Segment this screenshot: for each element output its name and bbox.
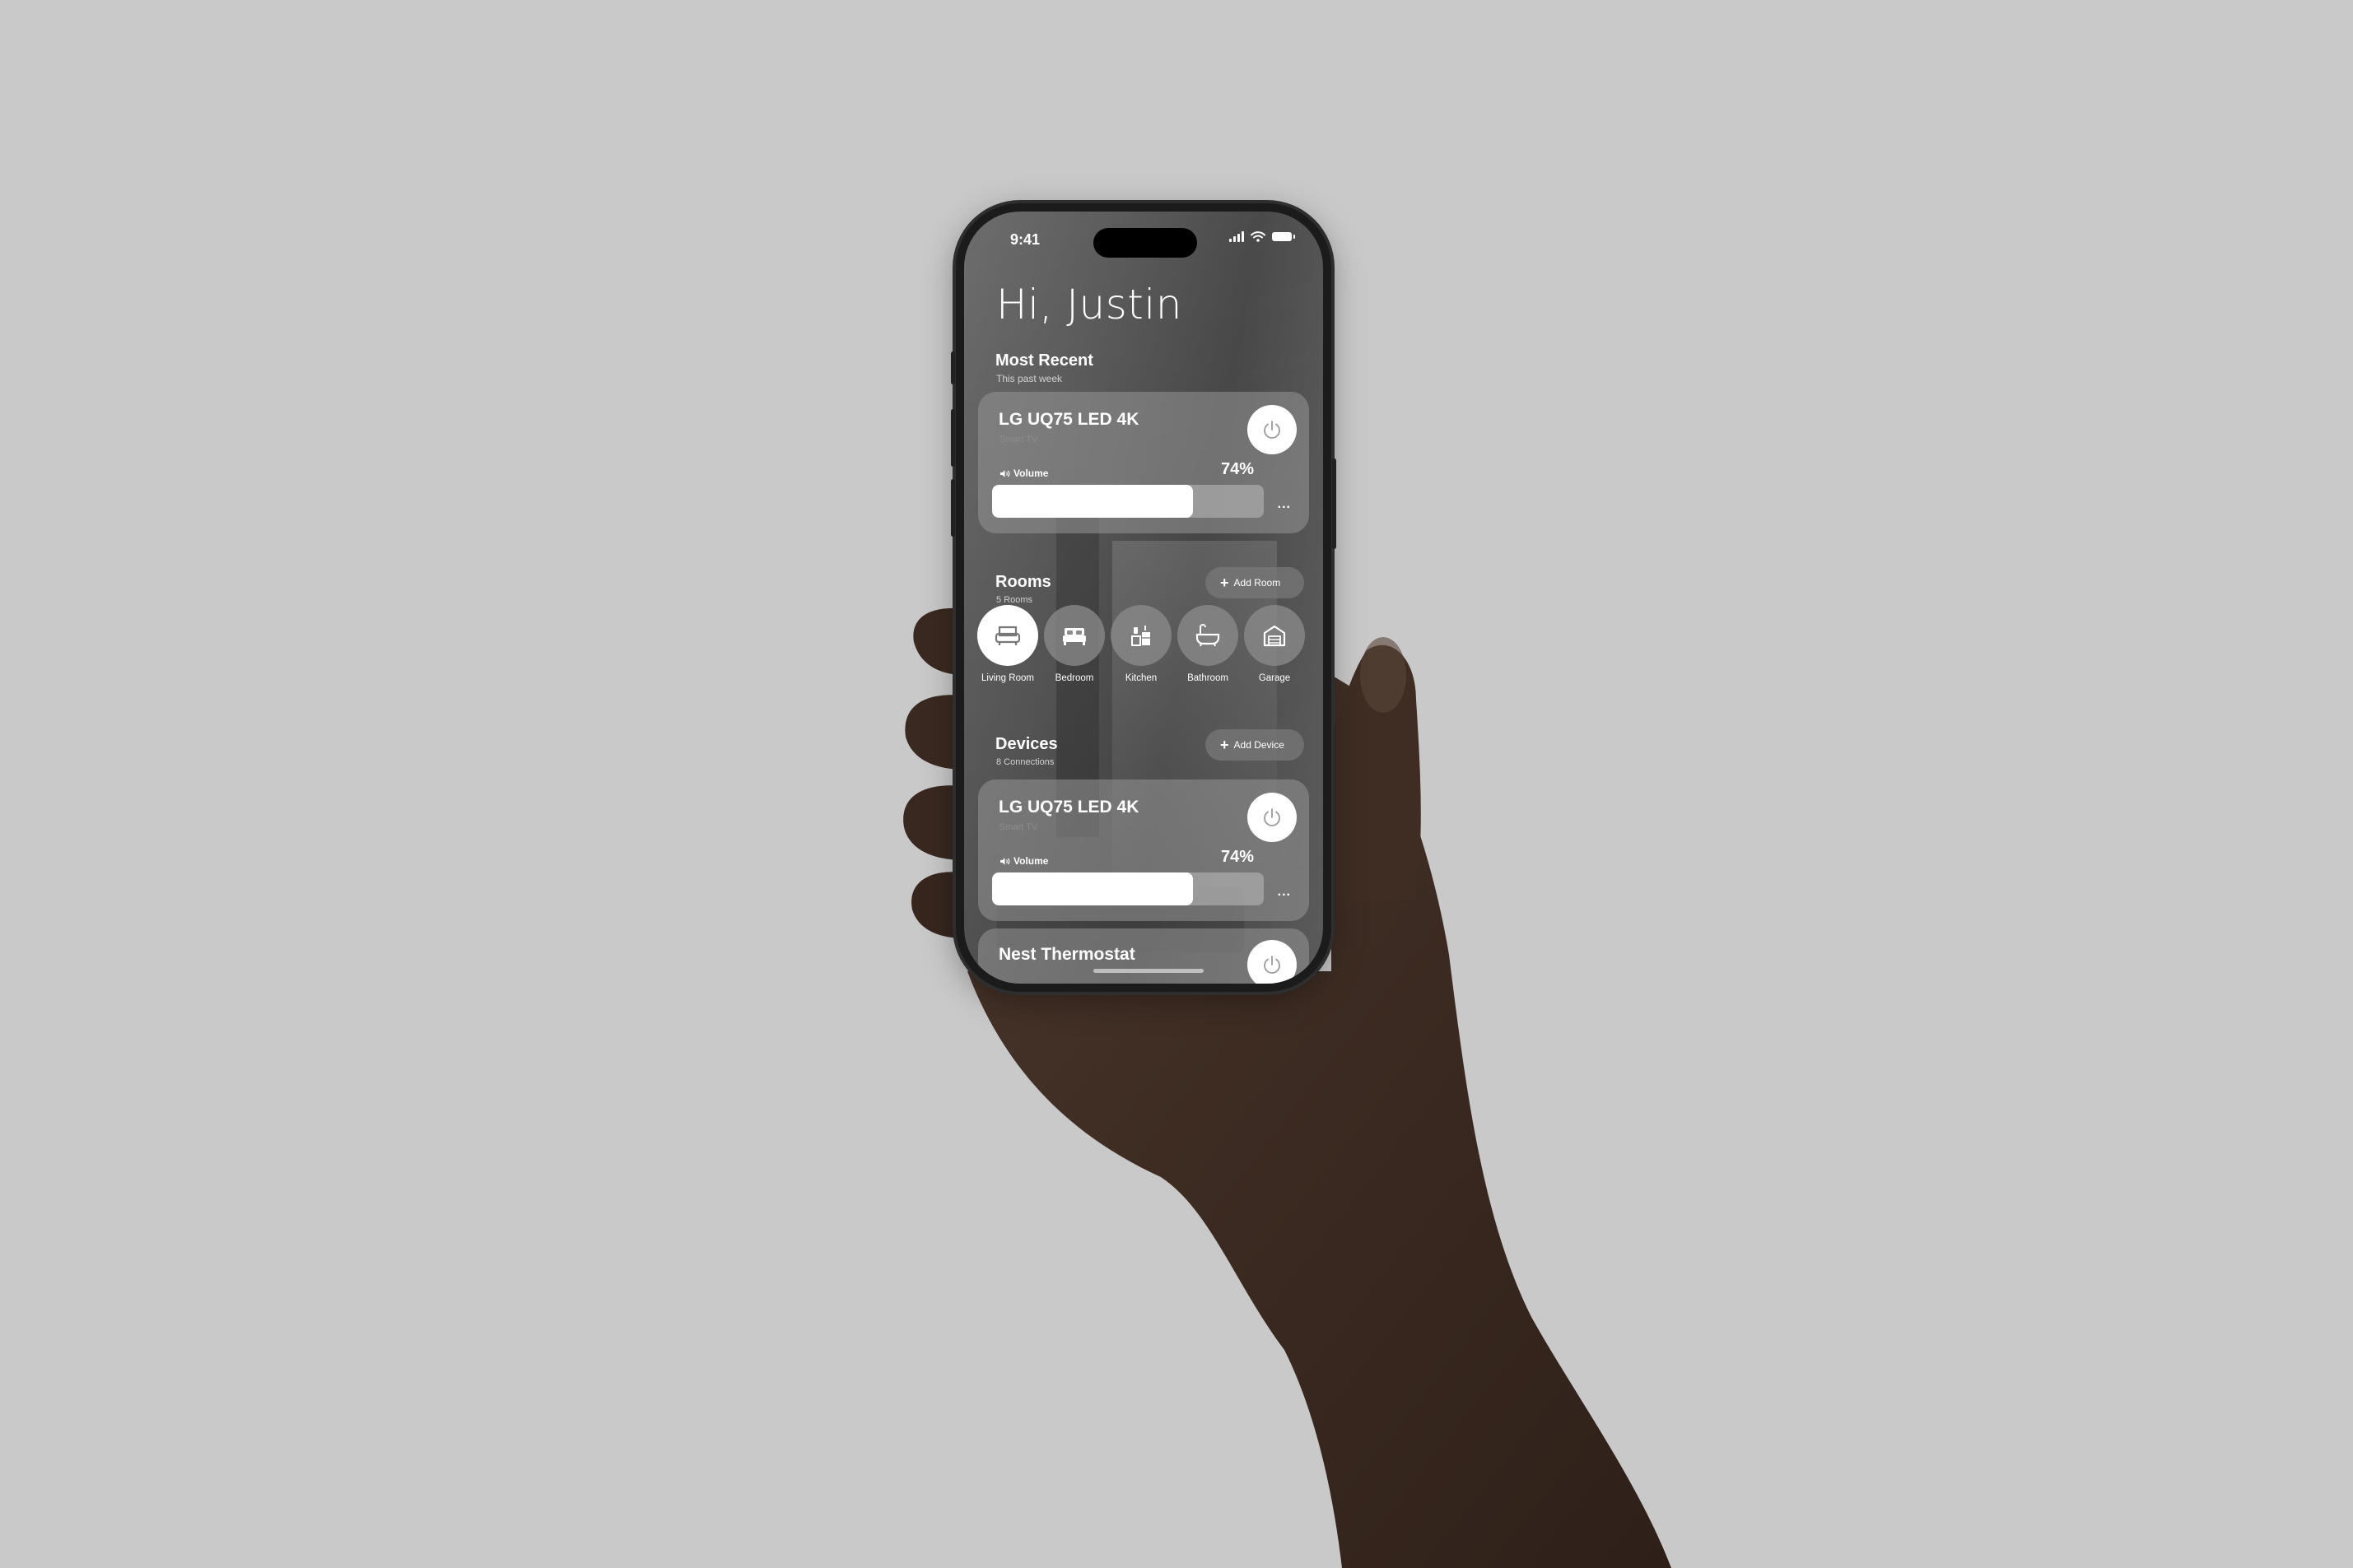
action-button (951, 351, 955, 384)
volume-percentage: 74% (1221, 848, 1255, 866)
battery-icon (1272, 232, 1295, 241)
status-time: 9:41 (1010, 231, 1041, 248)
power-icon (1264, 808, 1280, 826)
bathtub-icon (1195, 624, 1220, 647)
power-side-button (1332, 458, 1336, 549)
power-icon (1264, 956, 1280, 974)
volume-up-button (951, 409, 955, 467)
room-living-room[interactable]: Living Room (977, 605, 1038, 683)
recent-device-card[interactable]: LG UQ75 LED 4K Smart TV Volume 74% ... (978, 392, 1309, 533)
room-selector: Living Room Bedroom Kitchen Bathroom Gar… (977, 605, 1315, 687)
phone-frame: 9:41 Hi, Justin Most Recent This past we… (951, 203, 1336, 992)
kitchen-icon (1131, 626, 1150, 646)
garage-icon (1263, 625, 1286, 647)
volume-slider[interactable] (992, 872, 1264, 905)
devices-title: Devices (995, 735, 1058, 753)
dynamic-island (1093, 228, 1197, 258)
add-room-label: Add Room (1233, 577, 1281, 589)
add-room-button[interactable]: + Add Room (1205, 567, 1304, 598)
devices-subtitle: 8 Connections (996, 757, 1055, 767)
volume-label: Volume (999, 855, 1048, 867)
device-name: LG UQ75 LED 4K (999, 410, 1139, 429)
wifi-icon (1251, 231, 1265, 242)
most-recent-subtitle: This past week (996, 373, 1063, 384)
rooms-subtitle: 5 Rooms (996, 595, 1033, 605)
volume-down-button (951, 479, 955, 537)
speaker-icon (1000, 469, 1010, 477)
room-label: Kitchen (1125, 673, 1158, 683)
add-device-label: Add Device (1233, 739, 1284, 751)
rooms-title: Rooms (995, 573, 1051, 591)
speaker-icon (1000, 857, 1010, 865)
sofa-icon (995, 626, 1021, 645)
room-label: Bathroom (1187, 673, 1228, 683)
device-name: LG UQ75 LED 4K (999, 798, 1139, 817)
power-button[interactable] (1247, 793, 1297, 842)
home-indicator[interactable] (1093, 969, 1204, 973)
room-garage[interactable]: Garage (1244, 605, 1305, 683)
volume-percentage: 74% (1221, 460, 1255, 478)
room-bedroom[interactable]: Bedroom (1044, 605, 1105, 683)
device-card[interactable]: LG UQ75 LED 4K Smart TV Volume 74% ... (978, 779, 1309, 921)
power-button[interactable] (1247, 940, 1297, 984)
plus-icon: + (1220, 737, 1229, 753)
bed-icon (1063, 628, 1086, 645)
volume-label: Volume (999, 468, 1048, 479)
room-bathroom[interactable]: Bathroom (1177, 605, 1238, 683)
power-icon (1264, 421, 1280, 439)
add-device-button[interactable]: + Add Device (1205, 729, 1304, 761)
device-card-thermostat[interactable]: Nest Thermostat (978, 928, 1309, 984)
greeting-title: Hi, Justin (996, 281, 1182, 328)
more-options-button[interactable]: ... (1278, 885, 1291, 900)
volume-slider-fill (992, 485, 1194, 518)
room-kitchen[interactable]: Kitchen (1111, 605, 1172, 683)
plus-icon: + (1220, 575, 1229, 591)
volume-label-text: Volume (1013, 855, 1049, 867)
more-options-button[interactable]: ... (1278, 497, 1291, 512)
room-label: Living Room (981, 673, 1034, 683)
room-label: Garage (1258, 673, 1291, 683)
volume-slider-fill (992, 872, 1194, 905)
device-type: Smart TV (999, 435, 1038, 444)
volume-slider[interactable] (992, 485, 1264, 518)
status-icons (1229, 231, 1295, 242)
device-name: Nest Thermostat (999, 945, 1135, 964)
power-button[interactable] (1247, 405, 1297, 454)
most-recent-title: Most Recent (995, 351, 1093, 370)
cellular-signal-icon (1229, 231, 1244, 242)
app-screen: 9:41 Hi, Justin Most Recent This past we… (964, 212, 1323, 984)
room-label: Bedroom (1055, 673, 1094, 683)
volume-label-text: Volume (1013, 468, 1049, 479)
device-type: Smart TV (999, 822, 1038, 832)
